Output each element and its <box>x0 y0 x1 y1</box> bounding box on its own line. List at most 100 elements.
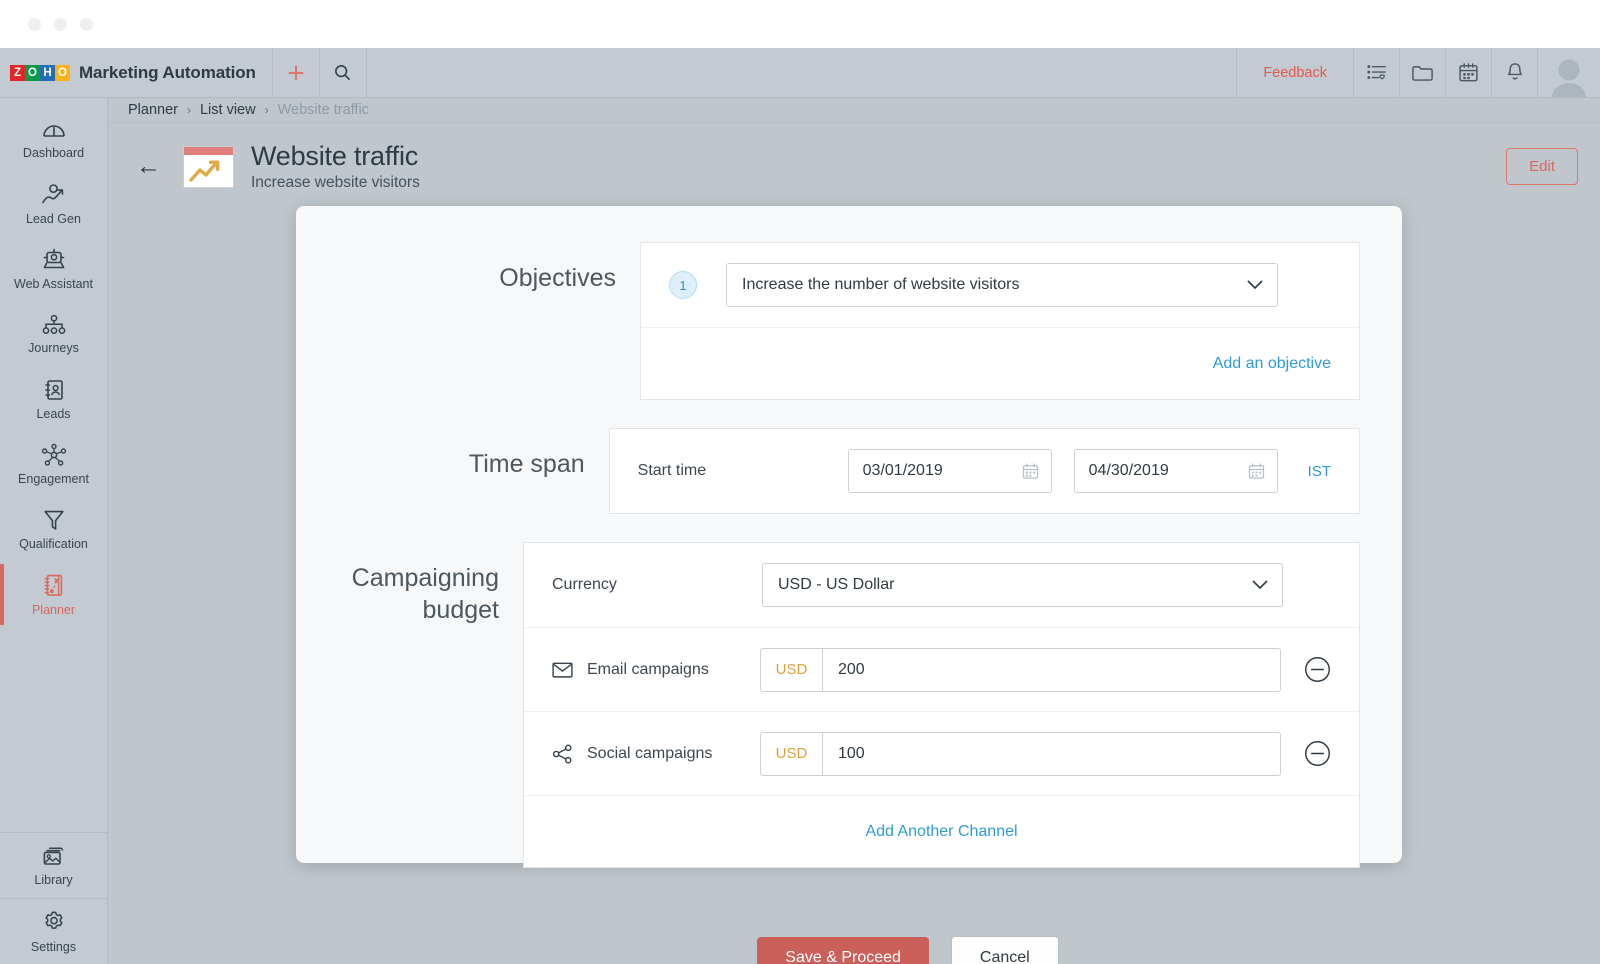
objectives-section: Objectives 1 Increase the number of webs… <box>296 242 1360 400</box>
sidebar-item-planner[interactable]: Planner <box>0 562 107 627</box>
breadcrumb-middle[interactable]: List view <box>200 102 256 118</box>
user-avatar[interactable] <box>1538 48 1600 97</box>
chevron-down-icon <box>1247 280 1263 290</box>
timezone-label[interactable]: IST <box>1308 463 1331 480</box>
window-maximize-dot[interactable] <box>80 18 93 31</box>
add-channel-link[interactable]: Add Another Channel <box>865 823 1017 841</box>
window-close-dot[interactable] <box>28 18 41 31</box>
calendar-icon <box>1458 62 1479 83</box>
objective-number-badge: 1 <box>669 271 697 299</box>
main-content: Planner › List view › Website traffic ← … <box>108 98 1600 964</box>
objective-select-value: Increase the number of website visitors <box>742 276 1019 294</box>
start-date-value: 03/01/2019 <box>863 462 943 480</box>
gauge-icon <box>41 119 67 141</box>
sidebar-item-label: Engagement <box>18 472 89 486</box>
channel-row: Email campaigns USD 200 <box>524 627 1359 711</box>
sidebar-item-leads[interactable]: Leads <box>0 367 107 432</box>
remove-email-channel-button[interactable] <box>1304 656 1331 683</box>
sidebar-item-label: Lead Gen <box>26 212 81 226</box>
cancel-button[interactable]: Cancel <box>951 936 1059 964</box>
sidebar-item-label: Planner <box>32 603 75 617</box>
sidebar-item-web-assistant[interactable]: Web Assistant <box>0 237 107 302</box>
brand-name: Marketing Automation <box>79 63 256 83</box>
lead-gen-icon <box>40 183 68 207</box>
topbar-actions <box>1354 48 1600 97</box>
page-subtitle: Increase website visitors <box>251 174 420 192</box>
images-icon <box>41 844 67 868</box>
window-minimize-dot[interactable] <box>54 18 67 31</box>
tasks-list-button[interactable] <box>1354 48 1400 97</box>
amount-currency-prefix: USD <box>761 733 823 775</box>
page-titles: Website traffic Increase website visitor… <box>251 141 420 192</box>
search-button[interactable] <box>320 48 367 97</box>
sidebar-item-label: Settings <box>31 940 76 954</box>
breadcrumb-separator: › <box>187 103 191 117</box>
browser-chrome <box>0 0 1600 48</box>
timespan-label: Time span <box>296 428 609 514</box>
timespan-section: Time span Start time 03/01/2019 <box>296 428 1360 514</box>
breadcrumb-root[interactable]: Planner <box>128 102 178 118</box>
sidebar-primary-nav: Dashboard Lead Gen Web Assistant <box>0 98 107 627</box>
gear-icon <box>41 909 67 935</box>
amount-value: 200 <box>823 649 1280 691</box>
end-date-input[interactable]: 04/30/2019 <box>1074 449 1278 493</box>
breadcrumb: Planner › List view › Website traffic <box>108 98 1600 123</box>
sidebar-secondary-nav: Library Settings <box>0 832 107 964</box>
sidebar-item-qualification[interactable]: Qualification <box>0 497 107 562</box>
modal-footer-actions: Save & Proceed Cancel <box>216 893 1600 964</box>
email-channel-label-group: Email campaigns <box>552 661 760 679</box>
edit-button[interactable]: Edit <box>1506 148 1578 185</box>
app-window: Z O H O Marketing Automation Feedback <box>0 0 1600 964</box>
add-button[interactable] <box>273 48 320 97</box>
folder-button[interactable] <box>1400 48 1446 97</box>
web-assistant-icon <box>41 248 67 272</box>
remove-social-channel-button[interactable] <box>1304 740 1331 767</box>
email-amount-input[interactable]: USD 200 <box>760 648 1281 692</box>
share-icon <box>552 744 573 764</box>
start-date-input[interactable]: 03/01/2019 <box>848 449 1052 493</box>
planner-icon <box>42 573 66 598</box>
sidebar-item-dashboard[interactable]: Dashboard <box>0 107 107 172</box>
circle-minus-icon <box>1304 740 1331 767</box>
add-objective-link[interactable]: Add an objective <box>1213 355 1331 373</box>
currency-select[interactable]: USD - US Dollar <box>762 563 1283 607</box>
social-channel-label-group: Social campaigns <box>552 744 760 764</box>
folder-icon <box>1411 63 1434 83</box>
objective-row: 1 Increase the number of website visitor… <box>641 243 1359 327</box>
funnel-icon <box>42 508 66 532</box>
social-amount-input[interactable]: USD 100 <box>760 732 1281 776</box>
notifications-button[interactable] <box>1492 48 1538 97</box>
breadcrumb-separator: › <box>265 103 269 117</box>
budget-label-line2: budget <box>296 594 499 626</box>
back-arrow-icon[interactable]: ← <box>136 154 161 179</box>
top-bar: Z O H O Marketing Automation Feedback <box>0 48 1600 98</box>
circle-minus-icon <box>1304 656 1331 683</box>
sidebar-item-label: Library <box>34 873 72 887</box>
bell-icon <box>1505 62 1525 83</box>
page-header: ← Website traffic Increase website visit… <box>108 123 1600 210</box>
feedback-label: Feedback <box>1263 65 1327 81</box>
calendar-icon <box>1022 463 1039 480</box>
sidebar-item-lead-gen[interactable]: Lead Gen <box>0 172 107 237</box>
chevron-down-icon <box>1252 580 1268 590</box>
budget-label-line1: Campaigning <box>296 562 499 594</box>
brand-block[interactable]: Z O H O Marketing Automation <box>0 48 273 97</box>
leads-icon <box>42 378 66 402</box>
amount-value: 100 <box>823 733 1280 775</box>
channel-name: Social campaigns <box>587 745 712 763</box>
plus-icon <box>286 63 306 83</box>
objective-select[interactable]: Increase the number of website visitors <box>726 263 1278 307</box>
calendar-button[interactable] <box>1446 48 1492 97</box>
currency-select-value: USD - US Dollar <box>778 576 894 594</box>
currency-label: Currency <box>552 576 762 594</box>
sidebar-item-library[interactable]: Library <box>0 833 107 898</box>
tasks-list-icon <box>1366 63 1388 83</box>
logo-letter-z: Z <box>10 65 25 81</box>
sidebar-item-journeys[interactable]: Journeys <box>0 302 107 367</box>
sidebar-item-engagement[interactable]: Engagement <box>0 432 107 497</box>
currency-row: Currency USD - US Dollar <box>524 543 1359 627</box>
sidebar-item-settings[interactable]: Settings <box>0 899 107 964</box>
timespan-row: Start time 03/01/2019 <box>610 429 1359 513</box>
feedback-button[interactable]: Feedback <box>1237 48 1354 97</box>
save-and-proceed-button[interactable]: Save & Proceed <box>757 937 929 964</box>
